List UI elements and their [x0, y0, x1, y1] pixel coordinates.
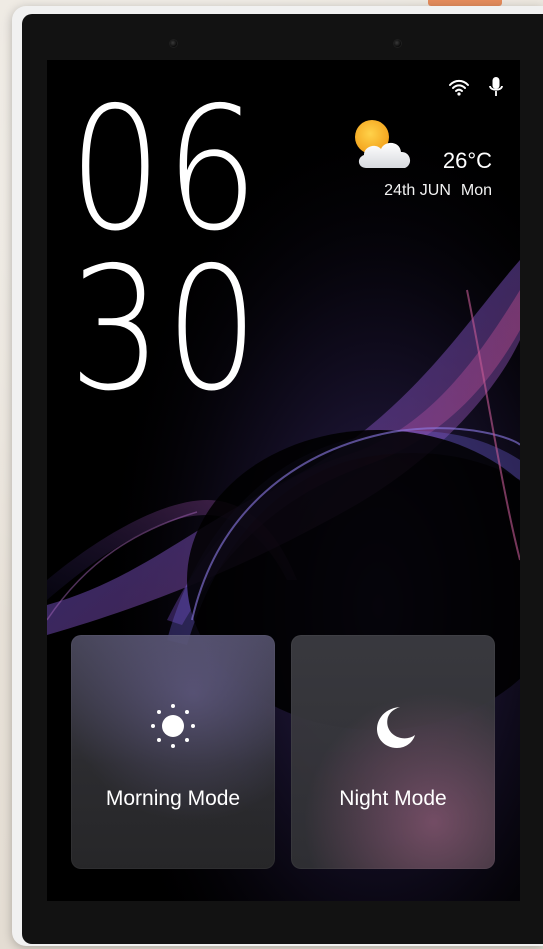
screen: 06 30 26°C 24th JUN Mon Morning Mode Nig…: [47, 60, 520, 901]
morning-mode-label: Morning Mode: [105, 787, 241, 810]
sun-icon: [146, 699, 200, 753]
partly-cloudy-icon: [352, 118, 412, 172]
weather-date: 24th JUN: [384, 182, 451, 199]
weather-weekday: Mon: [460, 182, 492, 199]
clock-minutes: 30: [69, 231, 262, 429]
wifi-icon[interactable]: [448, 78, 470, 96]
weather-date-row: 24th JUN Mon: [384, 182, 492, 200]
status-bar: [448, 76, 504, 98]
moon-icon: [366, 699, 420, 753]
night-mode-label: Night Mode: [339, 787, 447, 810]
night-mode-button[interactable]: Night Mode: [291, 635, 495, 869]
camera-dot-right: [394, 40, 401, 47]
clock-display: 06 30: [69, 71, 293, 429]
camera-dot-left: [170, 40, 177, 47]
microphone-icon[interactable]: [488, 76, 504, 98]
weather-temperature: 26°C: [442, 148, 492, 173]
morning-mode-button[interactable]: Morning Mode: [71, 635, 275, 869]
clock-hours: 06: [69, 71, 262, 269]
